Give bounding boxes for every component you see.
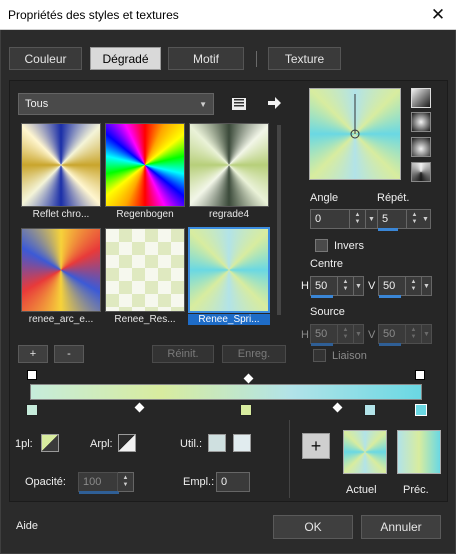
source-label: Source — [310, 306, 345, 318]
category-dropdown[interactable]: Tous ▼ — [18, 93, 214, 115]
tab-color[interactable]: Couleur — [9, 47, 82, 70]
source-h-input[interactable]: 50 — [310, 324, 338, 346]
tab-separator — [256, 51, 257, 67]
gradient-thumb-selected[interactable] — [188, 227, 270, 313]
angle-spinner[interactable]: ▲ ▼ — [350, 209, 366, 229]
ok-button[interactable]: OK — [273, 515, 353, 539]
divider — [289, 420, 290, 498]
gradient-thumb-label: Renee_Res... — [114, 314, 176, 325]
center-h-input[interactable]: 50 — [310, 276, 338, 298]
bg-color-swatch[interactable] — [118, 434, 136, 452]
source-h-label: H — [301, 329, 309, 341]
help-link[interactable]: Aide — [16, 520, 38, 532]
repeat-dropdown[interactable]: ▼ — [421, 209, 431, 229]
previous-label: Préc. — [403, 484, 429, 496]
save-button[interactable]: Enreg. — [222, 345, 286, 363]
position-input[interactable]: 0 — [216, 472, 250, 492]
gradient-thumb[interactable] — [105, 123, 185, 207]
window-title: Propriétés des styles et textures — [8, 8, 179, 22]
source-h-spinner[interactable]: ▲ ▼ — [338, 324, 354, 344]
arrow-right-icon[interactable] — [266, 95, 282, 111]
angle-input[interactable]: 0 — [310, 209, 350, 229]
opacity-label: Opacité: — [25, 476, 66, 488]
gradient-thumb[interactable] — [105, 228, 185, 312]
gradient-preview[interactable] — [309, 88, 401, 180]
current-preview[interactable] — [343, 430, 387, 474]
transparency-stop-icon[interactable] — [27, 370, 37, 380]
color-stop-icon[interactable] — [26, 404, 38, 416]
center-label: Centre — [310, 258, 344, 270]
gradient-thumb[interactable] — [21, 123, 101, 207]
center-v-label: V — [368, 280, 376, 292]
chevron-down-icon: ▼ — [368, 215, 375, 223]
invert-checkbox[interactable] — [315, 239, 328, 252]
center-v-input[interactable]: 50 — [378, 276, 406, 298]
title-bar: Propriétés des styles et textures ✕ — [0, 0, 456, 30]
link-label: Liaison — [332, 350, 367, 362]
fg-label: 1pl: — [15, 438, 33, 450]
center-h-spinner[interactable]: ▲ ▼ — [338, 276, 354, 296]
source-v-input[interactable]: 50 — [378, 324, 406, 346]
remove-gradient-button[interactable]: - — [54, 345, 84, 363]
list-view-icon[interactable] — [231, 95, 247, 111]
source-h-dropdown[interactable]: ▼ — [354, 324, 364, 344]
chevron-down-icon: ▼ — [423, 330, 430, 338]
user-color-swatch[interactable] — [208, 434, 226, 452]
source-v-dropdown[interactable]: ▼ — [422, 324, 432, 344]
gradient-thumb-label: Regenbogen — [116, 209, 174, 220]
rectangular-style-icon[interactable] — [411, 112, 431, 132]
source-v-label: V — [368, 329, 376, 341]
reset-button[interactable]: Réinit. — [152, 345, 214, 363]
gradient-thumb[interactable] — [189, 123, 269, 207]
invert-label: Invers — [334, 240, 364, 252]
chevron-down-icon: ▼ — [355, 282, 362, 290]
color-stop-icon[interactable] — [364, 404, 376, 416]
repeat-input[interactable]: 5 — [377, 209, 407, 231]
tab-texture[interactable]: Texture — [268, 47, 341, 70]
gradient-thumb-label: renee_arc_e... — [28, 314, 94, 325]
link-checkbox[interactable] — [313, 349, 326, 362]
gradient-thumb-label: Reflet chro... — [32, 209, 90, 220]
chevron-down-icon: ▼ — [199, 99, 207, 109]
color-stop-icon[interactable] — [415, 404, 427, 416]
add-gradient-button[interactable]: + — [18, 345, 48, 363]
library-scrollbar[interactable] — [277, 125, 281, 315]
bg-label: Arpl: — [90, 438, 113, 450]
angle-label: Angle — [310, 192, 339, 204]
close-button[interactable]: ✕ — [420, 0, 456, 30]
previous-preview[interactable] — [397, 430, 441, 474]
opacity-input[interactable]: 100 — [78, 472, 119, 494]
gradient-thumb-label: Renee_Spri... — [188, 314, 270, 325]
position-label: Empl.: — [183, 476, 215, 488]
center-v-spinner[interactable]: ▲ ▼ — [406, 276, 422, 296]
linear-style-icon[interactable] — [411, 88, 431, 108]
source-v-spinner[interactable]: ▲ ▼ — [406, 324, 422, 344]
center-h-label: H — [301, 280, 309, 292]
center-h-dropdown[interactable]: ▼ — [354, 276, 364, 296]
sunburst-style-icon[interactable] — [411, 137, 431, 157]
transparency-stop-icon[interactable] — [415, 370, 425, 380]
radial-style-icon[interactable] — [411, 162, 431, 182]
user-label: Util.: — [180, 438, 202, 450]
chevron-down-icon: ▼ — [423, 282, 430, 290]
current-label: Actuel — [346, 484, 377, 496]
opacity-spinner[interactable]: ▲ ▼ — [118, 472, 134, 492]
tab-pattern[interactable]: Motif — [168, 47, 244, 70]
close-icon: ✕ — [430, 5, 446, 24]
repeat-label: Répét. — [377, 192, 410, 204]
angle-handle-icon[interactable] — [310, 89, 400, 179]
cancel-button[interactable]: Annuler — [361, 515, 441, 539]
tab-gradient[interactable]: Dégradé — [90, 47, 161, 70]
chevron-down-icon: ▼ — [422, 215, 429, 223]
center-v-dropdown[interactable]: ▼ — [422, 276, 432, 296]
color-stop-icon[interactable] — [240, 404, 252, 416]
gradient-bar[interactable] — [30, 384, 422, 400]
gradient-thumb[interactable] — [21, 228, 101, 312]
gradient-thumb-label: regrade4 — [208, 209, 250, 220]
user-color-swatch-2[interactable] — [233, 434, 251, 452]
chevron-down-icon: ▼ — [355, 330, 362, 338]
fg-color-swatch[interactable] — [41, 434, 59, 452]
add-to-library-button[interactable]: + — [302, 433, 330, 459]
